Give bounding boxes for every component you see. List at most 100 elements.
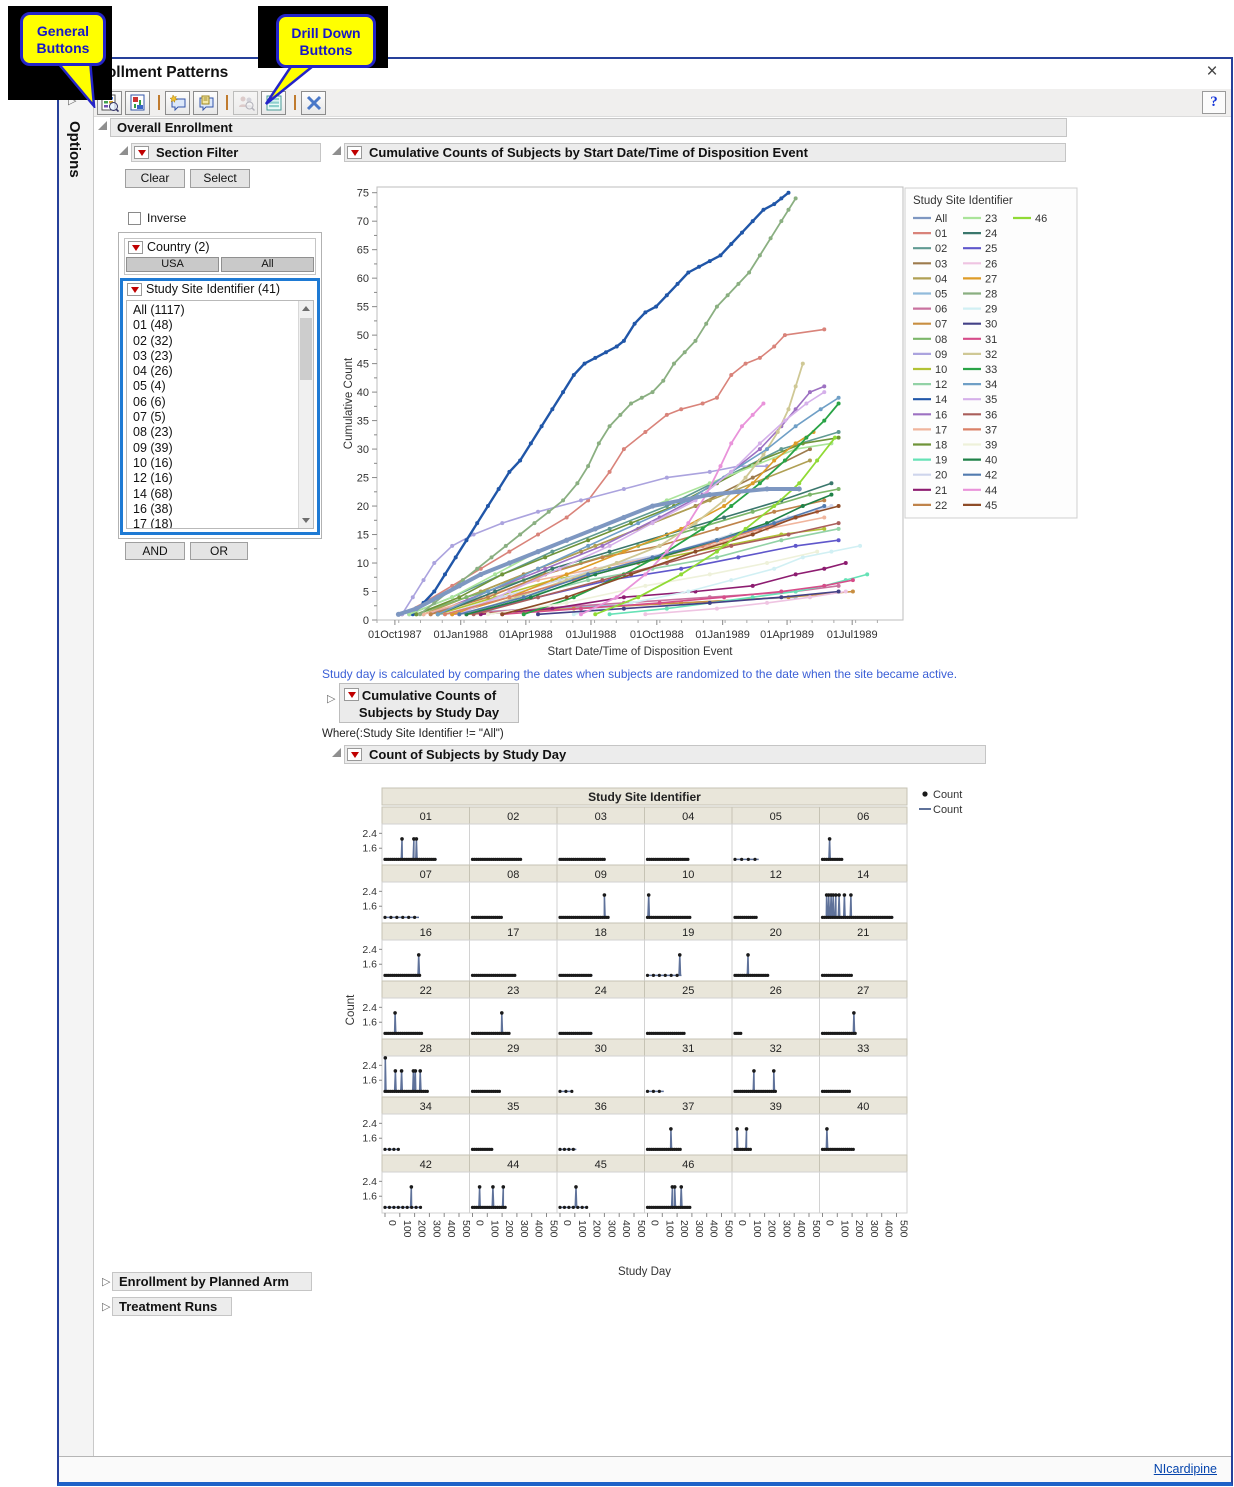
scroll-down-icon[interactable] xyxy=(299,513,313,528)
svg-text:1.6: 1.6 xyxy=(362,1017,377,1029)
clear-button[interactable]: Clear xyxy=(125,169,185,188)
section-header-cumulative-by-date[interactable]: Cumulative Counts of Subjects by Start D… xyxy=(344,143,1066,162)
cumulative-enrollment-chart[interactable]: 05101520253035404550556065707501Oct1987 0… xyxy=(340,180,1140,663)
svg-text:03: 03 xyxy=(595,811,607,823)
svg-text:10: 10 xyxy=(682,869,694,881)
svg-text:24: 24 xyxy=(985,228,997,240)
svg-text:35: 35 xyxy=(357,416,369,428)
svg-text:34: 34 xyxy=(420,1101,432,1113)
site-list-item[interactable]: 12 (16) xyxy=(127,471,298,486)
svg-text:Cumulative Count: Cumulative Count xyxy=(343,357,355,449)
country-all-button[interactable]: All xyxy=(221,257,314,272)
count-day-disclosure-icon[interactable] xyxy=(332,748,341,757)
site-list-item[interactable]: 04 (26) xyxy=(127,364,298,379)
svg-text:200: 200 xyxy=(503,1220,515,1238)
svg-text:02: 02 xyxy=(507,811,519,823)
svg-text:30: 30 xyxy=(595,1043,607,1055)
site-list[interactable]: All (1117) 01 (48) 02 (32) 03 (23) 04 (26) 05… xyxy=(126,300,314,529)
count-by-study-day-lattice[interactable]: Study Site Identifier 01 02 03 04 05 06 1.6 2.4 0… xyxy=(340,780,1030,1277)
section-header-overall-enrollment[interactable]: Overall Enrollment xyxy=(110,118,1067,137)
site-list-item[interactable]: 09 (39) xyxy=(127,441,298,456)
site-list-item[interactable]: 02 (32) xyxy=(127,334,298,349)
site-list-item[interactable]: 05 (4) xyxy=(127,379,298,394)
svg-text:29: 29 xyxy=(985,304,997,316)
site-list-item[interactable]: 03 (23) xyxy=(127,349,298,364)
and-button[interactable]: AND xyxy=(125,542,185,560)
close-icon[interactable]: × xyxy=(1201,61,1223,83)
cumulative-day-disclosure-icon[interactable]: ▷ xyxy=(327,692,335,705)
svg-text:2.4: 2.4 xyxy=(362,1118,377,1130)
section-header-treatment-runs[interactable]: Treatment Runs xyxy=(112,1297,232,1316)
filter-menu-button[interactable] xyxy=(134,146,149,159)
count-day-menu-button[interactable] xyxy=(347,748,362,761)
site-list-item[interactable]: 08 (23) xyxy=(127,425,298,440)
select-button[interactable]: Select xyxy=(190,169,250,188)
report-content: Overall Enrollment Section Filter Cumula… xyxy=(94,117,1231,1456)
svg-text:0: 0 xyxy=(736,1220,748,1226)
cumulative-by-day-line1: Cumulative Counts of xyxy=(361,688,497,703)
scrollbar-thumb[interactable] xyxy=(300,318,312,380)
where-clause: Where(:Study Site Identifier != "All") xyxy=(322,728,504,740)
or-button[interactable]: OR xyxy=(190,542,248,560)
title-bar: Enrollment Patterns × xyxy=(59,59,1231,89)
svg-text:200: 200 xyxy=(853,1220,865,1238)
svg-text:46: 46 xyxy=(1035,213,1047,225)
svg-text:All: All xyxy=(935,213,947,225)
help-button[interactable]: ? xyxy=(1202,91,1226,114)
svg-text:42: 42 xyxy=(420,1159,432,1171)
save-graph-icon[interactable] xyxy=(125,90,150,115)
site-menu-button[interactable] xyxy=(127,283,142,296)
site-list-scrollbar[interactable] xyxy=(298,301,313,528)
cumulative-day-menu-button[interactable] xyxy=(344,688,359,701)
section-header-cumulative-by-day[interactable]: Cumulative Counts of Subjects by Study D… xyxy=(339,683,519,723)
svg-text:01Jul1989: 01Jul1989 xyxy=(827,629,878,641)
site-list-item[interactable]: 10 (16) xyxy=(127,456,298,471)
inverse-checkbox[interactable] xyxy=(128,212,141,225)
cumulative-date-disclosure-icon[interactable] xyxy=(332,146,341,155)
svg-text:40: 40 xyxy=(857,1101,869,1113)
svg-text:04: 04 xyxy=(682,811,694,823)
site-list-item[interactable]: 16 (38) xyxy=(127,502,298,517)
section-header-planned-arm[interactable]: Enrollment by Planned Arm xyxy=(112,1272,312,1291)
cumulative-date-menu-button[interactable] xyxy=(347,146,362,159)
svg-text:100: 100 xyxy=(663,1220,675,1238)
scroll-up-icon[interactable] xyxy=(299,301,313,316)
new-note-icon[interactable] xyxy=(165,90,190,115)
svg-text:40: 40 xyxy=(357,387,369,399)
site-list-item[interactable]: 07 (5) xyxy=(127,410,298,425)
svg-text:200: 200 xyxy=(591,1220,603,1238)
study-link[interactable]: NIcardipine xyxy=(1154,1462,1217,1476)
svg-text:15: 15 xyxy=(357,530,369,542)
svg-text:200: 200 xyxy=(416,1220,428,1238)
svg-text:55: 55 xyxy=(357,302,369,314)
drill-down-buttons-callout: Drill Down Buttons xyxy=(276,14,376,68)
svg-text:32: 32 xyxy=(985,349,997,361)
svg-text:01Oct1987: 01Oct1987 xyxy=(368,629,422,641)
section-header-count-by-day[interactable]: Count of Subjects by Study Day xyxy=(344,745,986,764)
country-usa-button[interactable]: USA xyxy=(126,257,219,272)
country-menu-button[interactable] xyxy=(128,241,143,254)
site-list-item[interactable]: All (1117) xyxy=(127,303,298,318)
site-list-item[interactable]: 01 (48) xyxy=(127,318,298,333)
svg-text:01: 01 xyxy=(420,811,432,823)
overall-disclosure-icon[interactable] xyxy=(98,121,107,130)
svg-text:200: 200 xyxy=(678,1220,690,1238)
svg-text:75: 75 xyxy=(357,188,369,200)
svg-text:1.6: 1.6 xyxy=(362,1191,377,1203)
view-notes-icon[interactable] xyxy=(193,90,218,115)
svg-text:10: 10 xyxy=(935,364,947,376)
site-list-item[interactable]: 17 (18) xyxy=(127,517,298,528)
svg-text:100: 100 xyxy=(401,1220,413,1238)
site-list-item[interactable]: 14 (68) xyxy=(127,487,298,502)
svg-text:23: 23 xyxy=(985,213,997,225)
svg-text:200: 200 xyxy=(766,1220,778,1238)
filter-disclosure-icon[interactable] xyxy=(119,146,128,155)
svg-text:31: 31 xyxy=(985,334,997,346)
treatment-runs-disclosure-icon[interactable]: ▷ xyxy=(102,1300,110,1313)
svg-text:45: 45 xyxy=(357,359,369,371)
section-header-filter[interactable]: Section Filter xyxy=(131,143,321,162)
svg-text:01Jan1988: 01Jan1988 xyxy=(434,629,488,641)
site-list-item[interactable]: 06 (6) xyxy=(127,395,298,410)
planned-arm-disclosure-icon[interactable]: ▷ xyxy=(102,1275,110,1288)
svg-text:Count: Count xyxy=(345,994,357,1025)
